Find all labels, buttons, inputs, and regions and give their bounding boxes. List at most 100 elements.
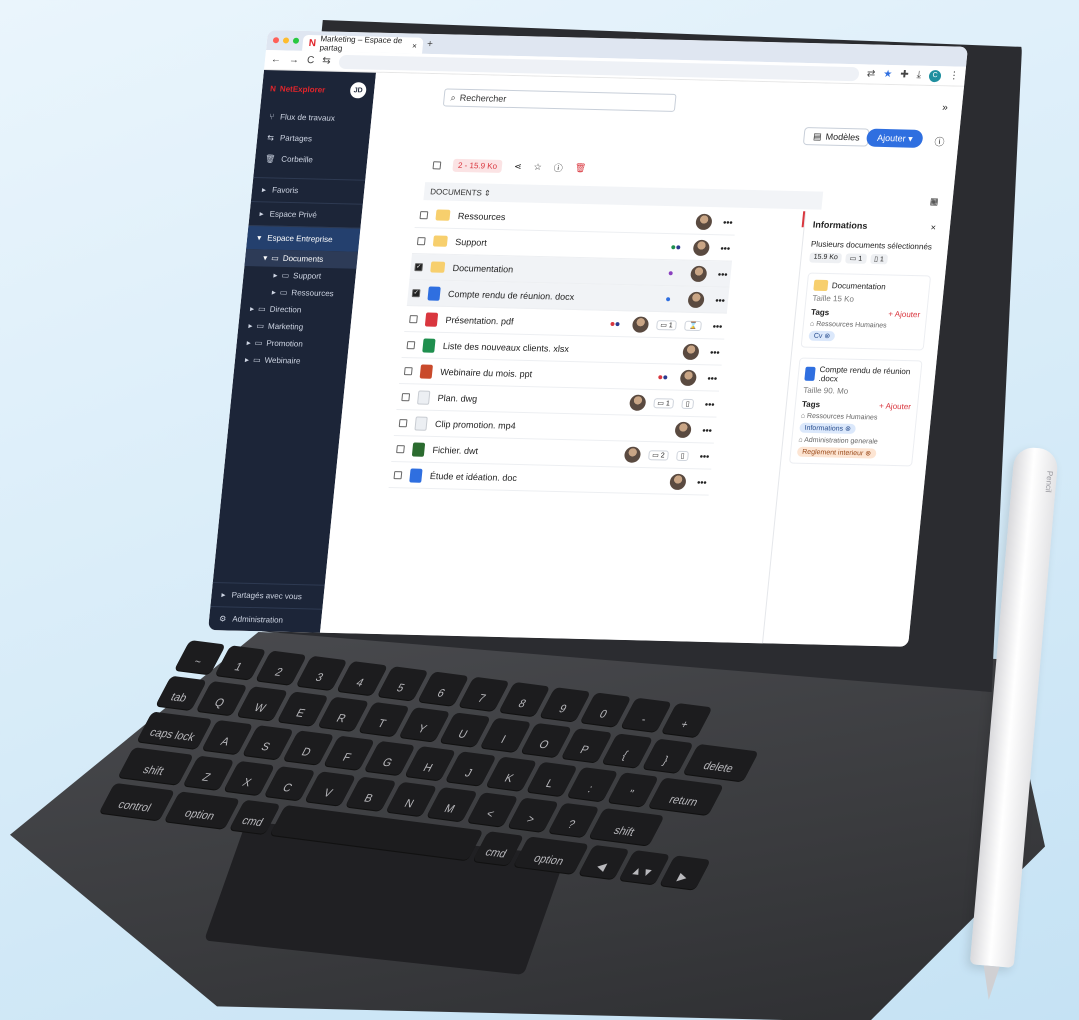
row-more-icon[interactable]: ••• [701, 399, 718, 409]
row-more-icon[interactable]: ••• [709, 321, 726, 331]
brand[interactable]: N NetExplorer [270, 84, 326, 94]
share-icon[interactable]: ⋖ [514, 161, 523, 172]
site-settings-icon[interactable]: ⇆ [322, 55, 331, 66]
owner-avatar[interactable] [679, 369, 698, 386]
sidebar-item-trash[interactable]: 🗑 Corbeille [254, 148, 368, 172]
hourglass-icon[interactable]: ⌛ [684, 320, 703, 331]
download-icon[interactable]: ⤓ [916, 70, 922, 81]
grid-view-icon[interactable]: ▦ [929, 196, 939, 207]
reload-icon[interactable]: C [307, 55, 315, 66]
tag-chip[interactable]: Reglement interieur ⊗ [796, 446, 877, 459]
help-icon[interactable]: ⓘ [934, 133, 946, 148]
owner-avatar[interactable] [669, 473, 687, 490]
browser-menu-icon[interactable]: ⋮ [949, 70, 960, 81]
owner-avatar[interactable] [674, 421, 692, 438]
add-tag-button[interactable]: + Ajouter [879, 402, 912, 412]
comment-count-chip[interactable]: ▭ 2 [647, 449, 670, 461]
add-button[interactable]: Ajouter ▾ [866, 128, 924, 148]
remove-tag-icon[interactable]: ⊗ [845, 426, 852, 433]
remove-tag-icon[interactable]: ⊗ [824, 333, 831, 340]
close-icon[interactable]: × [930, 222, 936, 232]
keyboard-key[interactable]: shift [588, 808, 665, 846]
search-input[interactable]: ⌕ Rechercher [442, 88, 677, 112]
row-checkbox[interactable]: ✓ [411, 288, 421, 297]
row-checkbox[interactable] [406, 340, 416, 349]
keyboard-key[interactable]: control [99, 782, 176, 821]
remove-tag-icon[interactable]: ⊗ [865, 450, 872, 457]
keyboard-key[interactable]: option [513, 836, 590, 875]
templates-button[interactable]: ▤ Modèles [803, 127, 870, 147]
delete-icon[interactable]: 🗑 [574, 163, 586, 174]
sidebar-section-shared-with-you[interactable]: ▸ Partagés avec vous [210, 582, 325, 609]
file-name[interactable]: Plan. dwg [437, 392, 600, 406]
file-name[interactable]: Étude et idéation. doc [429, 470, 640, 485]
browser-tab[interactable]: N Marketing – Espace de partag × [302, 34, 424, 54]
sidebar-section-private[interactable]: ▸ Espace Privé [248, 201, 363, 228]
file-name[interactable]: Support [455, 236, 664, 251]
row-more-icon[interactable]: ••• [712, 295, 729, 305]
owner-avatar[interactable] [689, 265, 708, 282]
user-avatar[interactable]: JD [349, 82, 367, 99]
file-name[interactable]: Compte rendu de réunion. docx [448, 288, 659, 303]
row-more-icon[interactable]: ••• [719, 217, 736, 227]
comment-count-chip[interactable]: ▭ 1 [655, 319, 678, 330]
owner-avatar[interactable] [695, 213, 713, 230]
attachment-icon[interactable]: ▯ [681, 398, 695, 409]
keyboard-key[interactable]: return [647, 777, 724, 816]
owner-avatar[interactable] [682, 343, 700, 360]
row-more-icon[interactable]: ••• [717, 243, 734, 253]
owner-avatar[interactable] [623, 446, 642, 463]
new-tab-button[interactable]: + [426, 38, 433, 49]
keyboard-key[interactable]: option [164, 791, 241, 829]
window-minimize-dot[interactable] [282, 37, 290, 44]
file-name[interactable]: Documentation [452, 262, 661, 277]
comment-count-chip[interactable]: ▭ 1 [652, 397, 675, 409]
row-checkbox[interactable] [401, 392, 411, 401]
sidebar-item-administration[interactable]: ⚙ Administration [208, 606, 323, 633]
tab-close-icon[interactable]: × [412, 41, 418, 50]
info-icon[interactable]: ⓘ [553, 161, 563, 174]
sidebar-section-enterprise[interactable]: ▾ Espace Entreprise [246, 225, 361, 252]
row-checkbox[interactable] [409, 314, 418, 323]
file-name[interactable]: Présentation. pdf [445, 314, 603, 328]
window-close-dot[interactable] [272, 37, 280, 44]
row-checkbox[interactable] [416, 236, 426, 245]
row-checkbox[interactable] [419, 210, 429, 219]
sidebar-item-workflows[interactable]: ⑂ Flux de travaux [258, 106, 372, 130]
window-maximize-dot[interactable] [292, 37, 300, 44]
row-checkbox[interactable] [403, 366, 413, 375]
attachment-icon[interactable]: ▯ [676, 450, 690, 461]
owner-avatar[interactable] [687, 291, 705, 308]
owner-avatar[interactable] [631, 315, 650, 333]
row-checkbox[interactable] [396, 444, 405, 453]
file-name[interactable]: Clip promotion. mp4 [435, 418, 646, 433]
row-more-icon[interactable]: ••• [706, 347, 723, 357]
forward-arrow-icon[interactable]: → [289, 55, 300, 66]
add-tag-button[interactable]: + Ajouter [888, 310, 921, 320]
owner-avatar[interactable] [692, 239, 711, 256]
keyboard-key[interactable]: shift [117, 747, 194, 785]
row-more-icon[interactable]: ••• [714, 269, 731, 279]
row-more-icon[interactable]: ••• [696, 451, 713, 461]
file-name[interactable]: Liste des nouveaux clients. xlsx [442, 340, 653, 355]
expand-chevrons-icon[interactable]: » [942, 102, 949, 113]
sidebar-section-favorites[interactable]: ▸ Favoris [250, 177, 366, 204]
extensions-icon[interactable]: ✚ [900, 69, 909, 80]
file-name[interactable]: Fichier. dwt [432, 444, 595, 458]
row-checkbox[interactable] [398, 418, 408, 427]
back-arrow-icon[interactable]: ← [271, 54, 282, 65]
translate-icon[interactable]: ⇄ [866, 68, 875, 79]
row-more-icon[interactable]: ••• [704, 373, 721, 383]
file-name[interactable]: Ressources [457, 210, 666, 225]
bookmark-star-icon[interactable]: ★ [883, 69, 893, 80]
sidebar-item-shares[interactable]: ⇆ Partages [256, 127, 370, 151]
row-checkbox[interactable]: ✓ [414, 262, 424, 271]
keyboard-key[interactable]: delete [682, 743, 759, 782]
file-name[interactable]: Webinaire du mois. ppt [440, 366, 651, 381]
row-more-icon[interactable]: ••• [699, 425, 716, 435]
row-checkbox[interactable] [393, 470, 403, 479]
tag-chip[interactable]: Cv ⊗ [808, 330, 836, 342]
profile-avatar[interactable]: C [928, 69, 942, 82]
tag-chip[interactable]: Informations ⊗ [799, 422, 857, 435]
keyboard-key[interactable]: caps lock [136, 711, 213, 750]
